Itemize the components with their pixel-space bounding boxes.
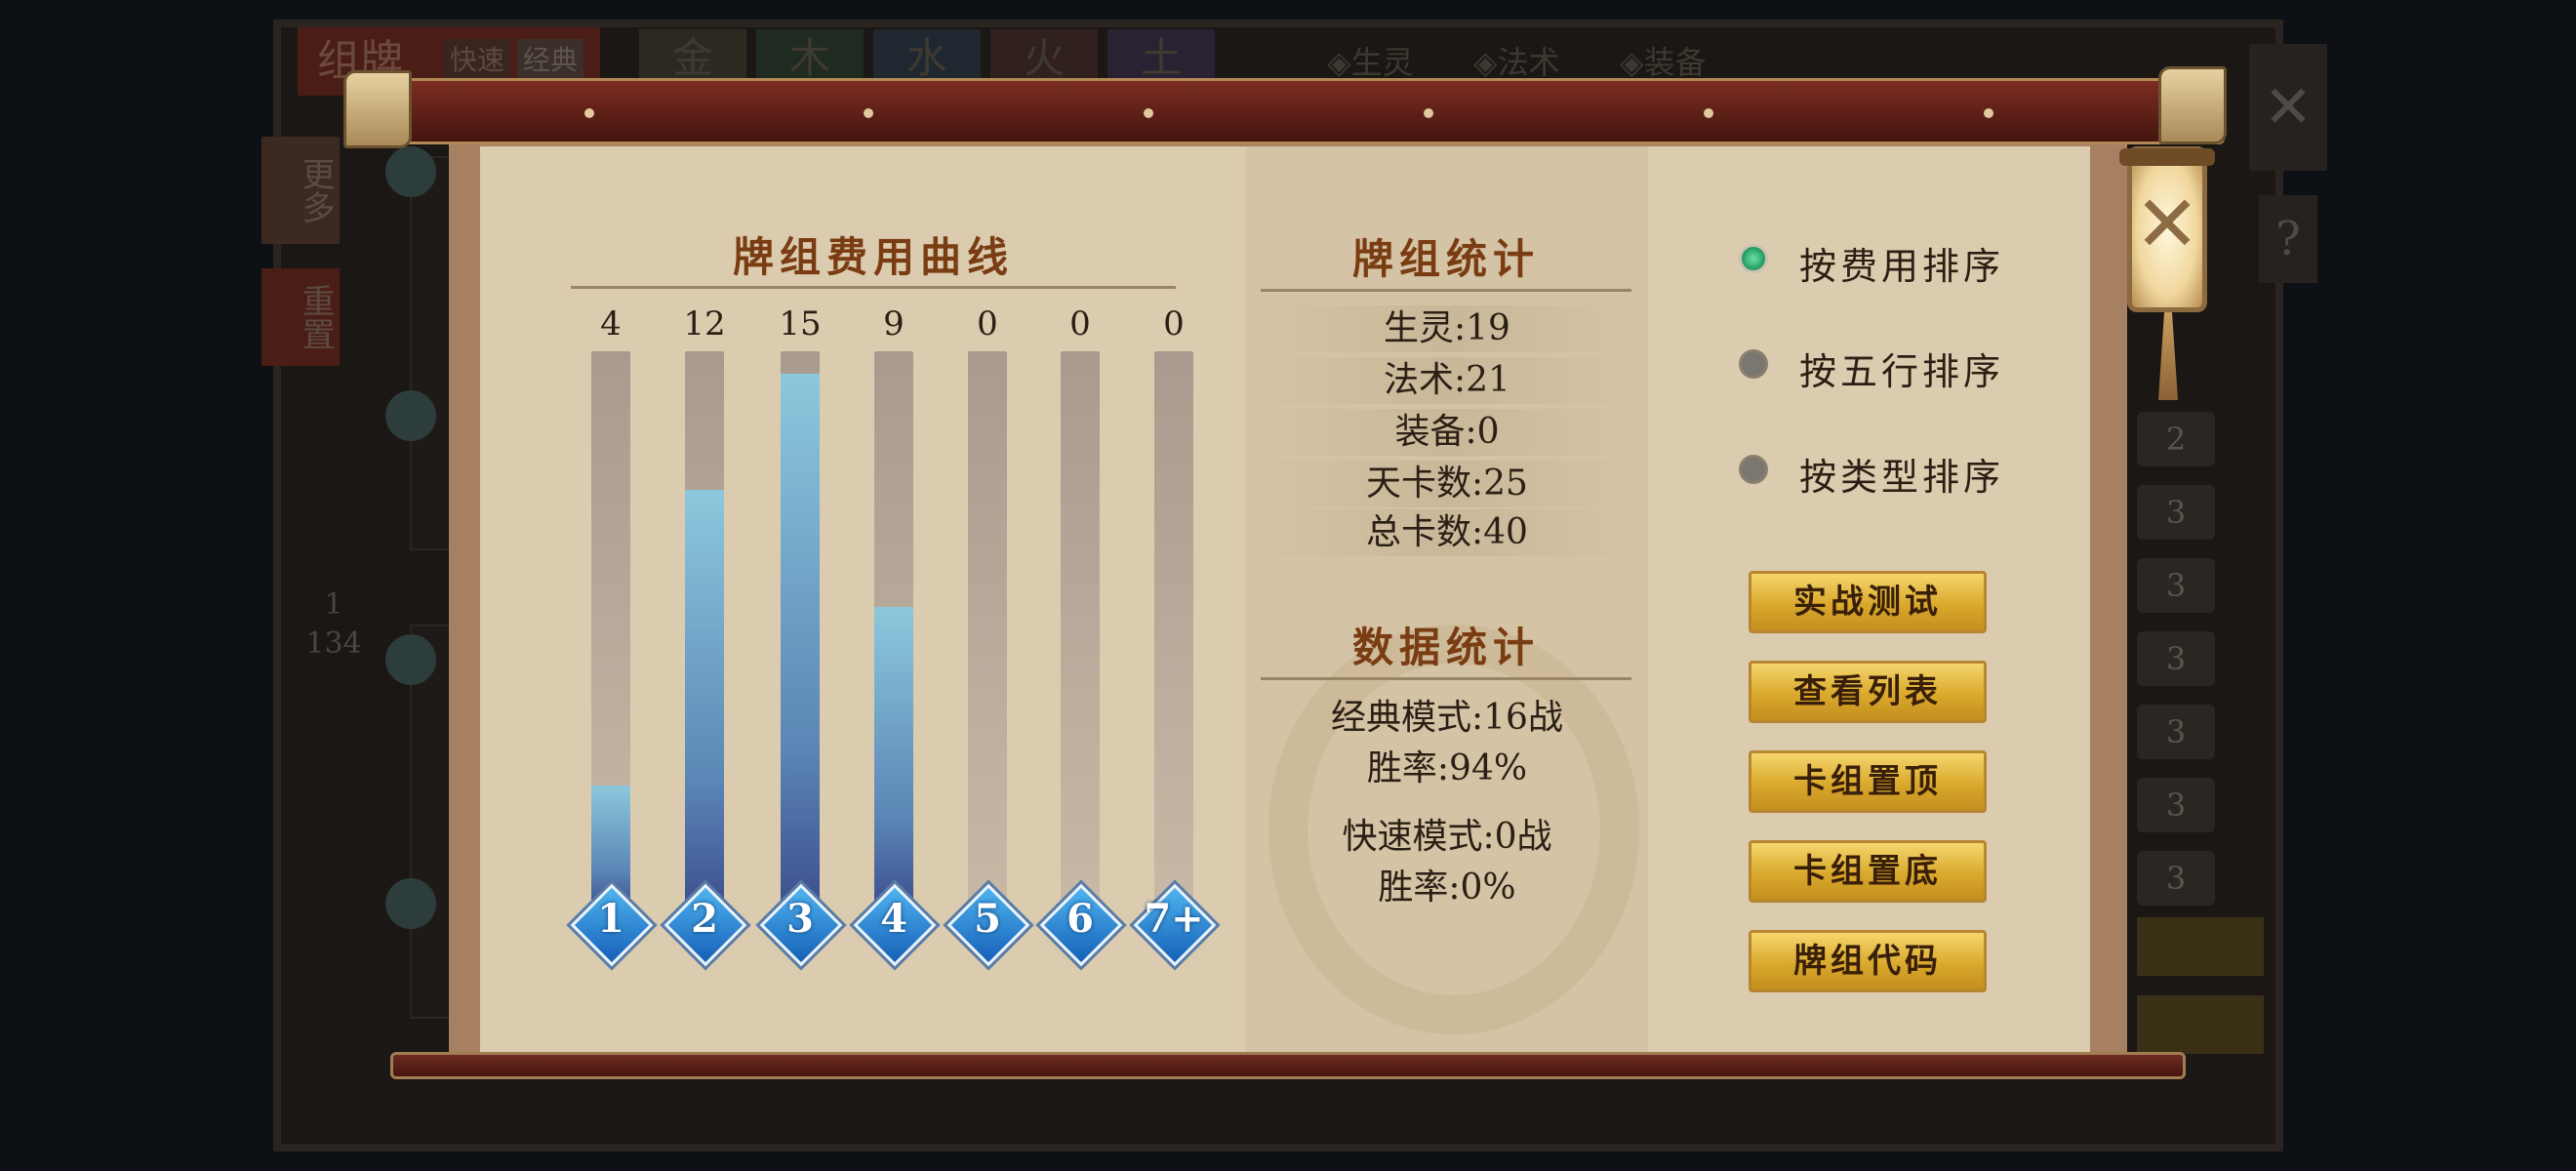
- background-mini-tab-classic: 经典: [517, 39, 584, 82]
- background-page-total: 134: [305, 626, 362, 661]
- cost-gem-label: 3: [786, 896, 814, 942]
- bar-fill: [874, 607, 913, 908]
- sort-by-cost-option[interactable]: 按费用排序: [1739, 236, 2071, 288]
- quick-mode-winrate: 胜率:0%: [1378, 868, 1516, 908]
- cost-gem-label: 6: [1067, 896, 1094, 942]
- stat-creature-count: 生灵:19: [1259, 305, 1635, 352]
- background-list-cost: 3: [2137, 778, 2215, 832]
- rod-nail: [1704, 108, 1713, 118]
- scroll-top-rod: [351, 78, 2225, 144]
- sort-by-type-label: 按类型排序: [1799, 456, 2005, 499]
- lantern-cap: [2119, 148, 2215, 166]
- background-help-icon: ?: [2259, 195, 2317, 283]
- background-cost-badge: [385, 390, 436, 441]
- sort-by-element-option[interactable]: 按五行排序: [1739, 342, 2071, 393]
- background-list-cost: 2: [2137, 412, 2215, 466]
- bar-track: [968, 351, 1007, 908]
- background-close-icon: ✕: [2249, 44, 2327, 171]
- bar-track: [1061, 351, 1100, 908]
- scroll-bottom-rod: [390, 1052, 2186, 1079]
- bar-count-label: 12: [683, 304, 726, 343]
- bar-track: [781, 351, 820, 908]
- background-page-indicator: 1 134: [304, 586, 363, 664]
- radio-unselected-icon[interactable]: [1739, 455, 1768, 484]
- bar-count-label: 15: [779, 304, 822, 343]
- radio-selected-icon[interactable]: [1739, 244, 1768, 273]
- bar-count-label: 4: [600, 304, 622, 343]
- sort-by-cost-label: 按费用排序: [1799, 245, 2005, 288]
- cost-curve-title-rule: [571, 286, 1176, 289]
- deck-stats-title-rule: [1261, 289, 1631, 292]
- background-list-cost: 3: [2137, 631, 2215, 686]
- background-cost-badge: [385, 634, 436, 685]
- quick-mode-battles: 快速模式:0战: [1342, 817, 1552, 857]
- stat-sky-card-count: 天卡数:25: [1259, 461, 1635, 507]
- data-stats-title: 数据统计: [1351, 624, 1540, 671]
- stat-spell-count: 法术:21: [1259, 357, 1635, 404]
- bar-track: [1154, 351, 1193, 908]
- rod-nail: [1424, 108, 1433, 118]
- cost-gem-label: 5: [974, 896, 1001, 942]
- stat-equipment-count: 装备:0: [1259, 409, 1635, 456]
- classic-mode-winrate: 胜率:94%: [1366, 748, 1528, 788]
- background-list-item: [2137, 917, 2264, 976]
- background-list-cost: 3: [2137, 705, 2215, 759]
- bar-count-label: 0: [1163, 304, 1185, 343]
- deck-to-bottom-button[interactable]: 卡组置底: [1749, 840, 1987, 903]
- cost-gem-label: 4: [880, 896, 907, 942]
- stat-total-card-count: 总卡数:40: [1259, 509, 1635, 556]
- bar-fill: [781, 374, 820, 908]
- classic-mode-battles: 经典模式:16战: [1331, 698, 1563, 738]
- background-list-item: [2137, 995, 2264, 1054]
- view-list-button[interactable]: 查看列表: [1749, 661, 1987, 723]
- sort-by-element-label: 按五行排序: [1799, 350, 2005, 393]
- bar-track: [874, 351, 913, 908]
- background-mini-tab-quick: 快速: [444, 39, 510, 82]
- deck-code-button[interactable]: 牌组代码: [1749, 930, 1987, 992]
- rod-nail: [1984, 108, 1993, 118]
- scroll-rod-cap-right: [2158, 66, 2227, 144]
- scroll-rod-cap-left: [343, 70, 412, 148]
- deck-to-top-button[interactable]: 卡组置顶: [1749, 750, 1987, 813]
- background-list-cost: 3: [2137, 485, 2215, 540]
- background-list-cost: 3: [2137, 851, 2215, 906]
- radio-unselected-icon[interactable]: [1739, 349, 1768, 379]
- data-stats-title-rule: [1261, 677, 1631, 680]
- cost-gem-label: 2: [691, 896, 718, 942]
- background-list-cost: 3: [2137, 558, 2215, 613]
- background-cost-badge: [385, 878, 436, 929]
- bar-track: [685, 351, 724, 908]
- sort-by-type-option[interactable]: 按类型排序: [1739, 447, 2071, 499]
- deck-stats-title: 牌组统计: [1351, 235, 1540, 283]
- cost-gem-label: 1: [597, 896, 624, 942]
- cost-gem-label: 7+: [1144, 896, 1204, 942]
- rod-nail: [1144, 108, 1153, 118]
- background-more-button: 更多: [262, 137, 340, 244]
- bar-fill: [685, 490, 724, 908]
- bar-count-label: 0: [977, 304, 998, 343]
- close-icon[interactable]: ✕: [2127, 176, 2207, 273]
- bar-count-label: 0: [1069, 304, 1091, 343]
- bar-track: [591, 351, 630, 908]
- rod-nail: [864, 108, 873, 118]
- rod-nail: [584, 108, 594, 118]
- bar-count-label: 9: [883, 304, 905, 343]
- background-cost-badge: [385, 146, 436, 197]
- cost-curve-title: 牌组费用曲线: [732, 233, 1014, 281]
- background-page-current: 1: [324, 587, 343, 622]
- background-reset-button: 重置: [262, 268, 340, 366]
- battle-test-button[interactable]: 实战测试: [1749, 571, 1987, 633]
